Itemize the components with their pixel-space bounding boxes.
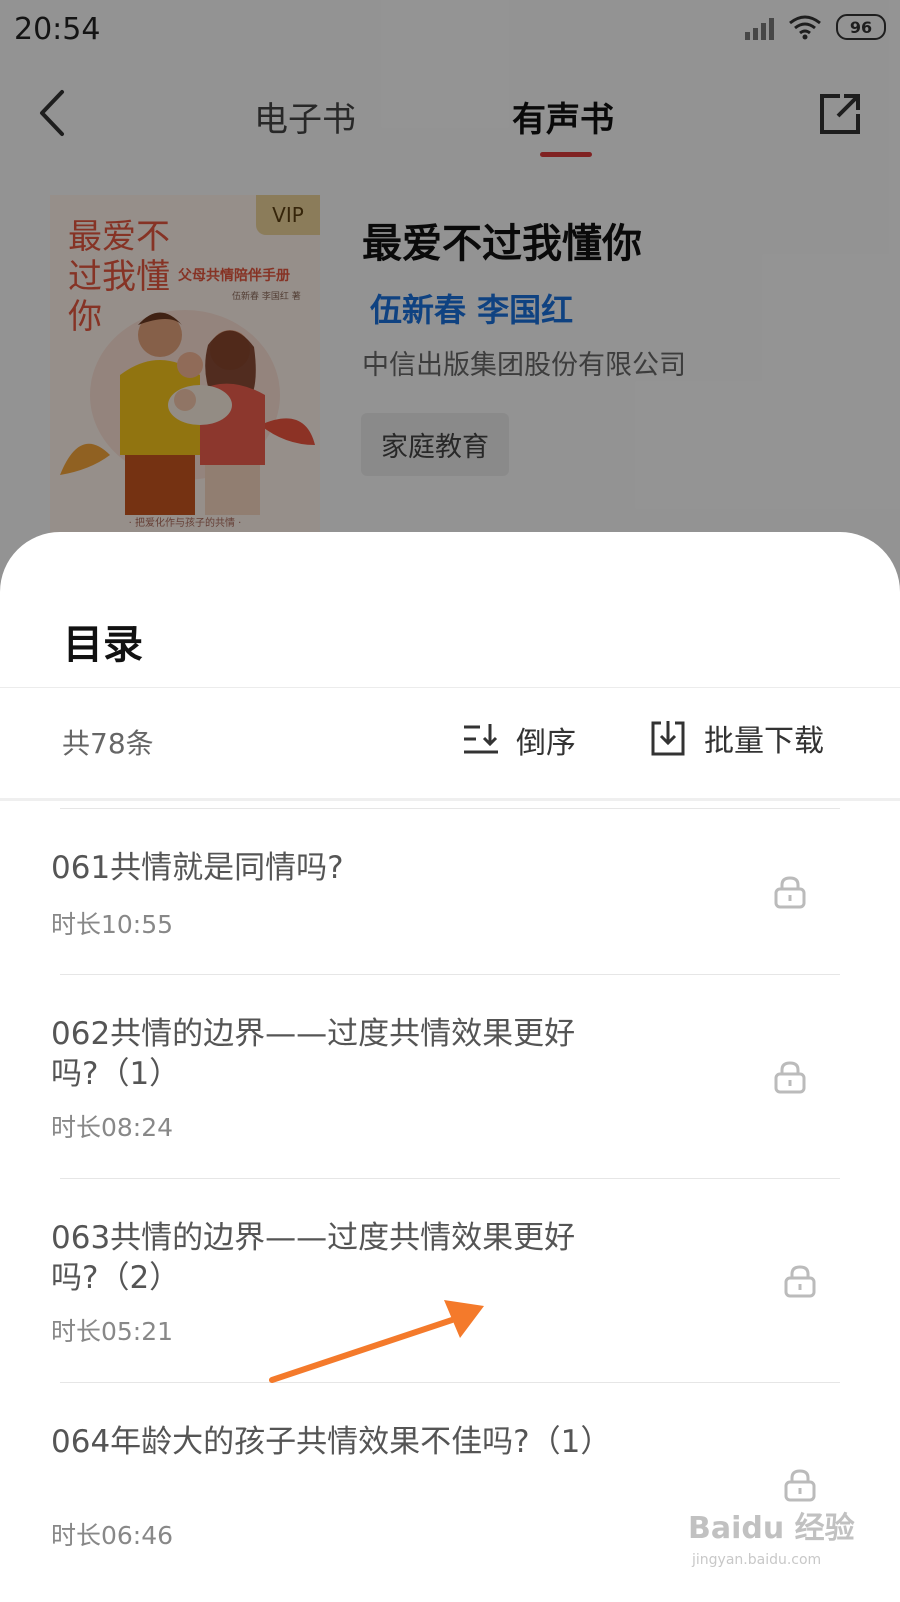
episode-duration: 时长10:55: [51, 910, 174, 939]
download-icon: [651, 721, 685, 756]
divider: [60, 1382, 840, 1383]
episode-title: 063共情的边界——过度共情效果更好吗?（2）: [51, 1220, 576, 1296]
reverse-order-label: 倒序: [516, 726, 576, 761]
lock-icon: [784, 1265, 816, 1298]
catalog-toolbar: 共78条 倒序 批量下载: [0, 688, 900, 798]
episode-title: 062共情的边界——过度共情效果更好吗?（1）: [51, 1016, 576, 1092]
divider: [60, 808, 840, 809]
episode-duration: 时长06:46: [51, 1521, 174, 1550]
lock-icon: [784, 1469, 816, 1502]
episode-title: 061共情就是同情吗?: [51, 850, 344, 886]
batch-download-button[interactable]: 批量下载: [650, 716, 824, 760]
watermark-logo: Baidu 经验: [688, 1511, 855, 1546]
sort-icon: [464, 724, 498, 754]
divider: [60, 974, 840, 975]
episode-duration: 时长08:24: [51, 1113, 174, 1142]
divider: [60, 1178, 840, 1179]
episode-title: 064年龄大的孩子共情效果不佳吗?（1）: [51, 1424, 612, 1460]
episode-duration: 时长05:21: [51, 1317, 174, 1346]
catalog-sheet: 目录 共78条 倒序 批量下载 061共情就是同情吗? 时长10:55 062共…: [0, 532, 900, 1600]
batch-download-label: 批量下载: [704, 724, 824, 759]
episode-count: 共78条: [62, 727, 154, 760]
watermark-url: jingyan.baidu.com: [692, 1552, 822, 1568]
list-item[interactable]: 061共情就是同情吗? 时长10:55: [0, 808, 900, 974]
reverse-order-button[interactable]: 倒序: [462, 718, 576, 762]
list-item[interactable]: 064年龄大的孩子共情效果不佳吗?（1） 时长06:46: [0, 1382, 900, 1602]
lock-icon: [774, 1061, 806, 1094]
catalog-title: 目录: [63, 622, 143, 668]
list-item[interactable]: 063共情的边界——过度共情效果更好吗?（2） 时长05:21: [0, 1178, 900, 1382]
lock-icon: [774, 876, 806, 909]
list-item[interactable]: 062共情的边界——过度共情效果更好吗?（1） 时长08:24: [0, 974, 900, 1178]
divider: [0, 798, 900, 801]
